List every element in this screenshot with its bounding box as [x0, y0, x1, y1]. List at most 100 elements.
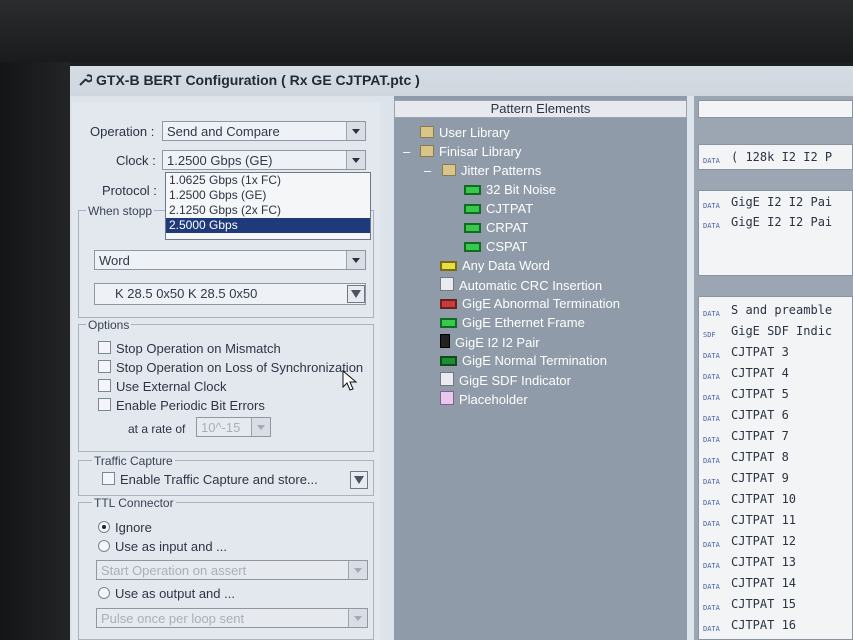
- clock-select[interactable]: 1.2500 Gbps (GE): [162, 150, 366, 170]
- node-label: GigE Normal Termination: [462, 353, 607, 368]
- checkbox-icon[interactable]: [98, 341, 111, 354]
- tree-node-sdf-indicator[interactable]: GigE SDF Indicator: [440, 372, 571, 388]
- periodic-bit-errors-checkbox[interactable]: Enable Periodic Bit Errors: [98, 398, 265, 413]
- prefix-line: DATA GigE I2 I2 Pai: [703, 195, 832, 213]
- checkbox-icon[interactable]: [98, 398, 111, 411]
- list-item[interactable]: DATA CJTPAT 14: [703, 576, 796, 594]
- tree-node-normal-termination[interactable]: GigE Normal Termination: [440, 353, 607, 368]
- list-item[interactable]: DATA CJTPAT 12: [703, 534, 796, 552]
- dropdown-arrow-icon[interactable]: [348, 609, 367, 627]
- list-item[interactable]: DATA CJTPAT 8: [703, 450, 789, 468]
- rate-select[interactable]: 10^-15: [196, 417, 271, 437]
- radio-icon[interactable]: [98, 587, 110, 599]
- traffic-capture-checkbox[interactable]: Enable Traffic Capture and store...: [102, 472, 318, 487]
- crc-icon: [440, 277, 454, 291]
- stop-on-sync-loss-checkbox[interactable]: Stop Operation on Loss of Synchronizatio…: [98, 360, 363, 375]
- list-item[interactable]: DATA CJTPAT 7: [703, 429, 789, 447]
- ttl-input-radio[interactable]: Use as input and ...: [98, 539, 227, 554]
- pattern-field[interactable]: K 28.5 0x50 K 28.5 0x50: [94, 283, 366, 305]
- stop-on-mismatch-checkbox[interactable]: Stop Operation on Mismatch: [98, 341, 281, 356]
- data-tag-icon: DATA: [703, 310, 720, 318]
- checkbox-icon[interactable]: [98, 379, 111, 392]
- rate-value: 10^-15: [201, 420, 241, 435]
- collapse-icon[interactable]: –: [403, 144, 410, 159]
- node-label: GigE Abnormal Termination: [462, 296, 621, 311]
- list-item[interactable]: DATA CJTPAT 13: [703, 555, 796, 573]
- tree-node-jitter-patterns[interactable]: Jitter Patterns: [442, 163, 541, 178]
- tree-node-ethernet-frame[interactable]: GigE Ethernet Frame: [440, 315, 585, 330]
- filter-icon[interactable]: [347, 285, 365, 303]
- dropdown-arrow-icon[interactable]: [346, 151, 365, 169]
- placeholder-icon: [440, 391, 454, 405]
- pattern-icon: [464, 185, 481, 195]
- external-clock-checkbox[interactable]: Use External Clock: [98, 379, 227, 394]
- node-label: User Library: [439, 125, 510, 140]
- pattern-icon: [464, 242, 481, 252]
- tree-node-placeholder[interactable]: Placeholder: [440, 391, 528, 407]
- clock-label: Clock :: [116, 153, 156, 168]
- list-item[interactable]: DATA CJTPAT 5: [703, 387, 789, 405]
- list-item[interactable]: DATA CJTPAT 10: [703, 492, 796, 510]
- checkbox-label: Enable Periodic Bit Errors: [116, 398, 265, 413]
- dropdown-arrow-icon[interactable]: [251, 418, 270, 436]
- traffic-capture-label: Traffic Capture: [92, 454, 175, 468]
- node-label: Placeholder: [459, 392, 528, 407]
- tree-node-cjtpat[interactable]: CJTPAT: [464, 201, 533, 216]
- dropdown-arrow-icon[interactable]: [346, 122, 365, 140]
- pattern-icon: [440, 356, 457, 366]
- sequence-list[interactable]: DATA S and preamble SDF GigE SDF Indic DAT…: [698, 296, 853, 640]
- filter-icon[interactable]: [350, 471, 368, 489]
- list-item[interactable]: DATA S and preamble: [703, 303, 832, 321]
- pattern-icon: [464, 223, 481, 233]
- sequence-summary[interactable]: DATA( 128k I2 I2 P: [698, 144, 853, 170]
- clock-option[interactable]: 1.0625 Gbps (1x FC): [166, 173, 370, 188]
- checkbox-icon[interactable]: [98, 360, 111, 373]
- tree-node-finisar-library[interactable]: Finisar Library: [420, 144, 521, 159]
- app-window: GTX-B BERT Configuration ( Rx GE CJTPAT.…: [70, 66, 853, 640]
- data-tag-icon: DATA: [703, 457, 720, 465]
- clock-option-selected[interactable]: 2.5000 Gbps: [166, 218, 370, 233]
- radio-icon[interactable]: [98, 521, 110, 533]
- tree-node-abnormal-termination[interactable]: GigE Abnormal Termination: [440, 296, 620, 311]
- ttl-output-radio[interactable]: Use as output and ...: [98, 586, 235, 601]
- ttl-input-select[interactable]: Start Operation on assert: [96, 560, 368, 580]
- dropdown-arrow-icon[interactable]: [346, 251, 365, 269]
- pattern-sequence-pane: DATA( 128k I2 I2 P DATA GigE I2 I2 Pai DA…: [694, 96, 853, 640]
- list-item[interactable]: DATA CJTPAT 6: [703, 408, 789, 426]
- list-item[interactable]: SDF GigE SDF Indic: [703, 324, 832, 342]
- tree-node-i2-pair[interactable]: GigE I2 I2 Pair: [440, 334, 540, 350]
- sequence-prefix[interactable]: DATA GigE I2 I2 Pai DATA GigE I2 I2 Pai: [698, 190, 853, 276]
- tree-node-32-bit-noise[interactable]: 32 Bit Noise: [464, 182, 556, 197]
- ttl-connector-label: TTL Connector: [92, 496, 176, 510]
- traffic-light-icon: [440, 334, 450, 348]
- monitor-bezel-left: [0, 62, 70, 640]
- tree-node-crc-insertion[interactable]: Automatic CRC Insertion: [440, 277, 602, 293]
- node-label: CRPAT: [486, 220, 529, 235]
- radio-icon[interactable]: [98, 540, 110, 552]
- checkbox-icon[interactable]: [102, 472, 115, 485]
- operation-select[interactable]: Send and Compare: [162, 121, 366, 141]
- sequence-header: [698, 100, 853, 118]
- word-select[interactable]: Word: [94, 250, 366, 270]
- clock-option[interactable]: 2.1250 Gbps (2x FC): [166, 203, 370, 218]
- collapse-icon[interactable]: –: [424, 163, 431, 178]
- tree-node-crpat[interactable]: CRPAT: [464, 220, 528, 235]
- ttl-ignore-radio[interactable]: Ignore: [98, 520, 152, 535]
- tree-node-user-library[interactable]: User Library: [420, 125, 510, 140]
- tree-node-any-data-word[interactable]: Any Data Word: [440, 258, 550, 273]
- radio-label: Use as input and ...: [115, 539, 228, 554]
- list-item[interactable]: DATA CJTPAT 11: [703, 513, 796, 531]
- data-tag-icon: DATA: [703, 541, 720, 549]
- list-item[interactable]: DATA CJTPAT 15: [703, 597, 796, 615]
- prefix-line: DATA GigE I2 I2 Pai: [703, 215, 832, 233]
- list-item[interactable]: DATA CJTPAT 3: [703, 345, 789, 363]
- tree-node-cspat[interactable]: CSPAT: [464, 239, 527, 254]
- summary-line: DATA( 128k I2 I2 P: [703, 150, 832, 168]
- list-item[interactable]: DATA CJTPAT 9: [703, 471, 789, 489]
- clock-option[interactable]: 1.2500 Gbps (GE): [166, 188, 370, 203]
- ttl-output-select[interactable]: Pulse once per loop sent: [96, 608, 368, 628]
- dropdown-arrow-icon[interactable]: [348, 561, 367, 579]
- list-item[interactable]: DATA CJTPAT 4: [703, 366, 789, 384]
- data-tag-icon: DATA: [703, 562, 720, 570]
- list-item[interactable]: DATA CJTPAT 16: [703, 618, 796, 636]
